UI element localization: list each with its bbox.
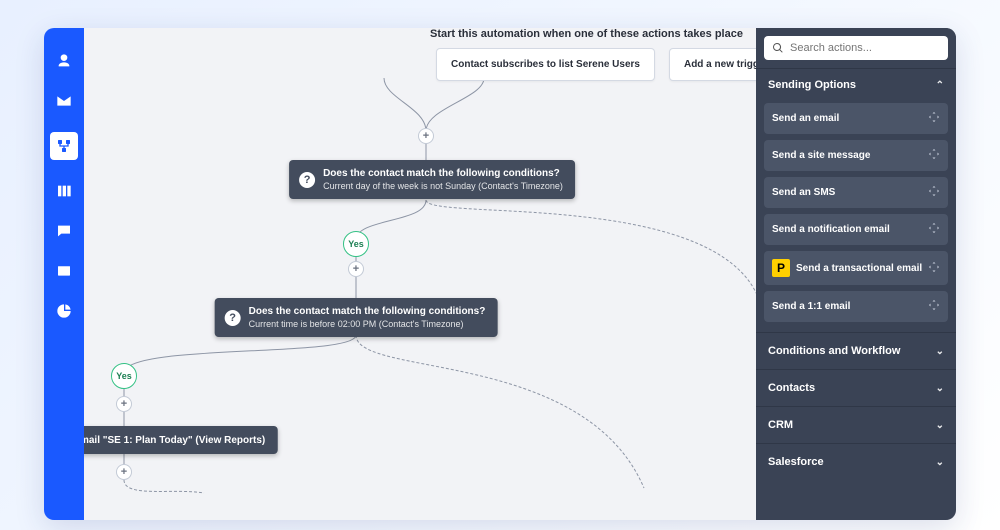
action-send-sms[interactable]: Send an SMS — [764, 177, 948, 208]
drag-handle-icon[interactable] — [928, 111, 940, 126]
left-sidebar — [44, 28, 84, 520]
condition-title: Does the contact match the following con… — [249, 306, 486, 317]
section-crm[interactable]: CRM ⌄ — [756, 406, 956, 443]
drag-handle-icon[interactable] — [928, 261, 940, 276]
drag-handle-icon[interactable] — [928, 185, 940, 200]
search-actions[interactable] — [764, 36, 948, 60]
sending-options-list: Send an email Send a site message Send a… — [756, 101, 956, 332]
add-step-node-2[interactable]: + — [348, 261, 364, 277]
section-title: CRM — [768, 419, 793, 431]
drag-handle-icon[interactable] — [928, 222, 940, 237]
section-sending-options[interactable]: Sending Options ⌃ — [756, 68, 956, 101]
automation-canvas[interactable]: Start this automation when one of these … — [84, 28, 756, 520]
section-contacts[interactable]: Contacts ⌄ — [756, 369, 956, 406]
add-step-node-1[interactable]: + — [418, 128, 434, 144]
email-action-title: Send an email "SE 1: Plan Today" (View R… — [84, 435, 265, 446]
drag-handle-icon[interactable] — [928, 299, 940, 314]
condition-node-2[interactable]: ? Does the contact match the following c… — [215, 298, 498, 337]
action-label: Send an email — [772, 113, 839, 124]
condition-node-1[interactable]: ? Does the contact match the following c… — [289, 160, 575, 199]
conversations-icon[interactable] — [55, 222, 73, 240]
add-step-node-4[interactable]: + — [116, 464, 132, 480]
condition-subtitle: Current day of the week is not Sunday (C… — [323, 181, 563, 191]
search-input[interactable] — [790, 42, 940, 54]
section-conditions-workflow[interactable]: Conditions and Workflow ⌄ — [756, 332, 956, 369]
section-title: Conditions and Workflow — [768, 345, 900, 357]
condition-subtitle: Current time is before 02:00 PM (Contact… — [249, 319, 486, 329]
postmark-badge-icon: P — [772, 259, 790, 277]
action-label: Send a transactional email — [796, 263, 922, 274]
question-icon: ? — [299, 172, 315, 188]
deals-icon[interactable] — [55, 182, 73, 200]
action-send-1to1-email[interactable]: Send a 1:1 email — [764, 291, 948, 322]
contacts-icon[interactable] — [55, 52, 73, 70]
automations-icon[interactable] — [50, 132, 78, 160]
action-send-notification-email[interactable]: Send a notification email — [764, 214, 948, 245]
app-window: Start this automation when one of these … — [44, 28, 956, 520]
yes-branch-2[interactable]: Yes — [111, 363, 137, 389]
action-label: Send a site message — [772, 150, 870, 161]
lists-icon[interactable] — [55, 262, 73, 280]
action-label: Send a notification email — [772, 224, 890, 235]
section-salesforce[interactable]: Salesforce ⌄ — [756, 443, 956, 480]
chevron-down-icon: ⌄ — [936, 457, 944, 468]
condition-title: Does the contact match the following con… — [323, 168, 563, 179]
section-title: Salesforce — [768, 456, 824, 468]
reports-icon[interactable] — [55, 302, 73, 320]
chevron-down-icon: ⌄ — [936, 383, 944, 394]
canvas-header-text: Start this automation when one of these … — [430, 28, 743, 40]
action-send-email[interactable]: Send an email — [764, 103, 948, 134]
chevron-down-icon: ⌄ — [936, 346, 944, 357]
drag-handle-icon[interactable] — [928, 148, 940, 163]
question-icon: ? — [225, 310, 241, 326]
trigger-subscribe[interactable]: Contact subscribes to list Serene Users — [436, 48, 655, 81]
actions-panel: Sending Options ⌃ Send an email Send a s… — [756, 28, 956, 520]
action-label: Send an SMS — [772, 187, 835, 198]
search-icon — [772, 42, 784, 54]
chevron-up-icon: ⌃ — [936, 80, 944, 91]
section-title: Sending Options — [768, 79, 856, 91]
action-label: Send a 1:1 email — [772, 301, 850, 312]
yes-branch-1[interactable]: Yes — [343, 231, 369, 257]
trigger-add-new[interactable]: Add a new trigger — [669, 48, 756, 81]
section-title: Contacts — [768, 382, 815, 394]
email-action-node[interactable]: Send an email "SE 1: Plan Today" (View R… — [84, 426, 277, 454]
action-send-transactional-email[interactable]: P Send a transactional email — [764, 251, 948, 285]
action-send-site-message[interactable]: Send a site message — [764, 140, 948, 171]
chevron-down-icon: ⌄ — [936, 420, 944, 431]
campaigns-icon[interactable] — [55, 92, 73, 110]
add-step-node-3[interactable]: + — [116, 396, 132, 412]
